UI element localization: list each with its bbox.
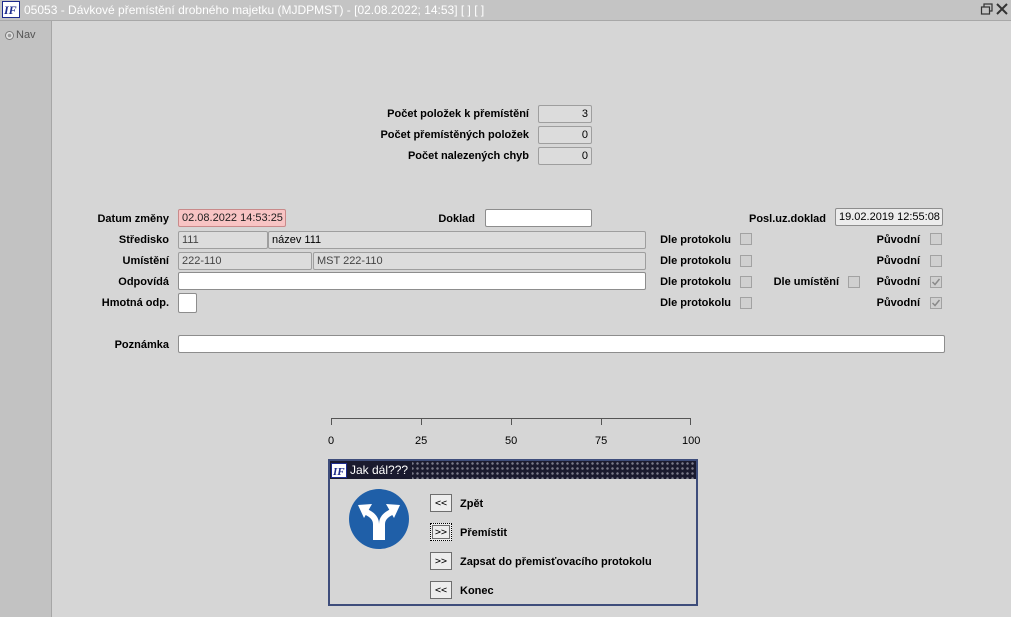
ruler-tick-label: 0 — [328, 435, 335, 447]
location-original-label: Původní — [876, 255, 920, 267]
responsible-label: Odpovídá — [118, 276, 169, 288]
document-field[interactable] — [485, 209, 592, 227]
write-protocol-button[interactable]: >> — [430, 552, 452, 570]
center-code-field[interactable]: 111 — [178, 231, 268, 249]
responsible-field[interactable] — [178, 272, 646, 290]
ruler-tick — [511, 419, 512, 425]
dialog-title-bar[interactable]: IF Jak dál??? — [330, 461, 696, 479]
center-protocol-label: Dle protokolu — [660, 234, 731, 246]
move-label: Přemístit — [460, 527, 508, 539]
material-original-checkbox[interactable] — [930, 297, 942, 309]
check-icon — [931, 278, 941, 286]
change-date-label: Datum změny — [97, 213, 169, 225]
responsible-original-checkbox[interactable] — [930, 276, 942, 288]
errors-found-label: Počet nalezených chyb — [407, 150, 529, 162]
svg-text:IF: IF — [3, 3, 17, 17]
close-icon[interactable] — [995, 2, 1009, 16]
location-name-field: MST 222-110 — [313, 252, 646, 270]
responsible-by-location-label: Dle umístění — [773, 276, 839, 288]
material-original-label: Původní — [876, 297, 920, 309]
center-original-checkbox[interactable] — [930, 233, 942, 245]
moved-items-label: Počet přemístěných položek — [380, 129, 529, 141]
svg-text:IF: IF — [332, 466, 345, 477]
ruler-tick-label: 25 — [415, 435, 428, 447]
sidebar: Nav — [0, 21, 52, 617]
back-label: Zpět — [460, 498, 484, 510]
document-label: Doklad — [438, 213, 475, 225]
material-protocol-label: Dle protokolu — [660, 297, 731, 309]
ruler-tick-label: 75 — [595, 435, 608, 447]
center-name-field: název 111 — [268, 231, 646, 249]
center-original-label: Původní — [876, 234, 920, 246]
ruler-tick — [421, 419, 422, 425]
note-field[interactable] — [178, 335, 945, 353]
change-date-field[interactable]: 02.08.2022 14:53:25 — [178, 209, 286, 227]
note-label: Poznámka — [114, 339, 169, 351]
ruler-tick — [331, 419, 332, 425]
location-original-checkbox[interactable] — [930, 255, 942, 267]
ruler-tick — [601, 419, 602, 425]
ruler-tick — [690, 419, 691, 425]
items-to-move-label: Počet položek k přemístění — [387, 108, 529, 120]
ruler-tick-label: 100 — [682, 435, 701, 447]
responsible-protocol-label: Dle protokolu — [660, 276, 731, 288]
location-protocol-label: Dle protokolu — [660, 255, 731, 267]
center-protocol-checkbox[interactable] — [740, 233, 752, 245]
moved-items-field: 0 — [538, 126, 592, 144]
restore-window-icon[interactable] — [980, 2, 994, 16]
last-doc-field: 19.02.2019 12:55:08 — [835, 208, 943, 226]
nav-radio-item[interactable]: Nav — [5, 29, 36, 41]
title-bar: IF 05053 - Dávkové přemístění drobného m… — [0, 0, 1011, 21]
material-protocol-checkbox[interactable] — [740, 297, 752, 309]
app-logo-icon: IF — [2, 1, 20, 18]
material-resp-field[interactable] — [178, 293, 197, 313]
location-protocol-checkbox[interactable] — [740, 255, 752, 267]
progress-ruler — [331, 418, 691, 431]
location-label: Umístění — [122, 255, 169, 267]
items-to-move-field: 3 — [538, 105, 592, 123]
material-resp-label: Hmotná odp. — [101, 297, 169, 309]
app-logo-icon: IF — [331, 462, 347, 478]
responsible-original-label: Původní — [876, 276, 920, 288]
errors-found-field: 0 — [538, 147, 592, 165]
radio-icon — [5, 30, 14, 40]
write-protocol-label: Zapsat do přemisťovacího protokolu — [460, 556, 652, 568]
dialog-title: Jak dál??? — [350, 463, 409, 477]
end-button[interactable]: << — [430, 581, 452, 599]
responsible-protocol-checkbox[interactable] — [740, 276, 752, 288]
location-code-field[interactable]: 222-110 — [178, 252, 312, 270]
end-label: Konec — [460, 585, 494, 597]
check-icon — [931, 299, 941, 307]
responsible-by-location-checkbox[interactable] — [848, 276, 860, 288]
back-button[interactable]: << — [430, 494, 452, 512]
move-button[interactable]: >> — [430, 523, 452, 541]
ruler-tick-label: 50 — [505, 435, 518, 447]
last-doc-label: Posl.uz.doklad — [748, 213, 826, 225]
direction-sign-icon — [348, 488, 410, 550]
nav-label: Nav — [16, 29, 36, 41]
window-title: 05053 - Dávkové přemístění drobného maje… — [24, 3, 485, 17]
center-label: Středisko — [118, 234, 169, 246]
next-step-dialog: IF Jak dál??? << Zpět >> Přemístit >> Za… — [328, 459, 698, 606]
